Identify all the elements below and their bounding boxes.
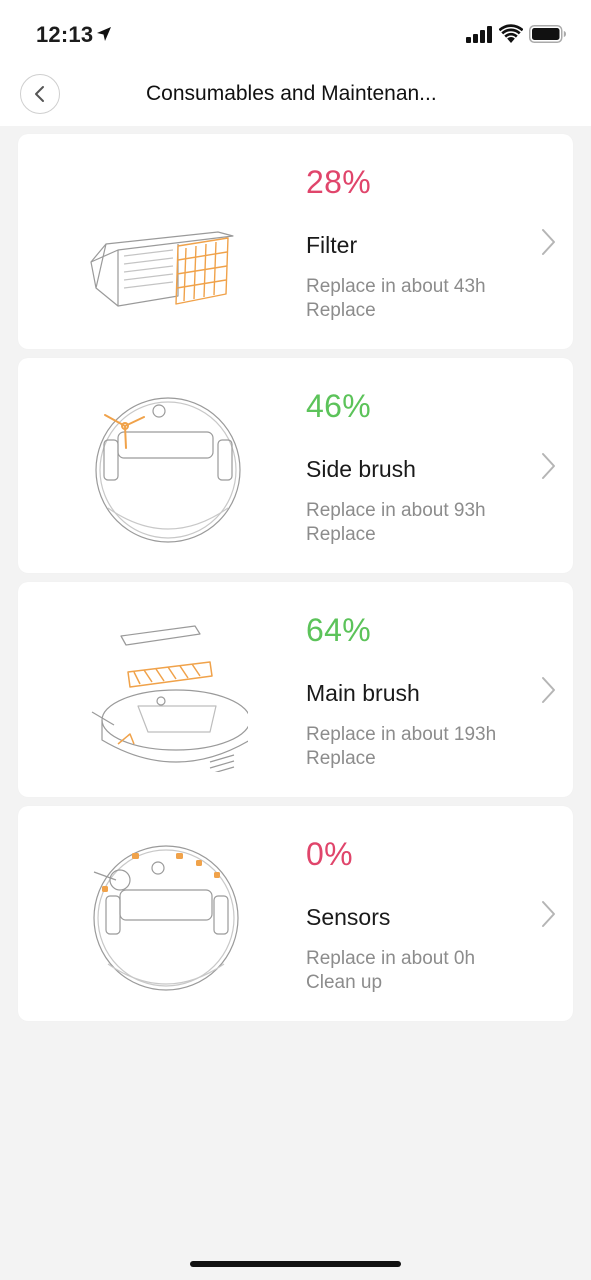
chevron-right-icon: [542, 901, 555, 927]
side-brush-illustration: [95, 397, 241, 543]
status-bar: 12:13: [0, 0, 591, 66]
consumable-percent: 28%: [306, 164, 371, 200]
consumable-eta: Replace in about 0h: [306, 948, 476, 969]
location-arrow-icon: [97, 27, 111, 41]
chevron-right-icon: [542, 677, 555, 703]
main-brush-illustration: [91, 625, 248, 772]
consumable-action: Clean up: [306, 972, 383, 993]
filter-illustration: [90, 231, 234, 307]
consumable-action: Replace: [306, 524, 376, 545]
consumable-card-sensors[interactable]: 0% Sensors Replace in about 0h Clean up: [18, 806, 573, 1021]
consumable-card-main-brush[interactable]: 64% Main brush Replace in about 193h Rep…: [18, 582, 573, 797]
navigation-bar: Consumables and Maintenan...: [0, 66, 591, 126]
consumable-eta: Replace in about 193h: [306, 724, 497, 745]
consumable-name: Filter: [306, 232, 358, 258]
battery-icon: [529, 25, 566, 43]
consumable-action: Replace: [306, 300, 376, 321]
consumable-card-filter[interactable]: 28% Filter Replace in about 43h Replace: [18, 134, 573, 349]
consumable-name: Sensors: [306, 904, 391, 930]
consumable-name: Main brush: [306, 680, 420, 706]
consumable-card-side-brush[interactable]: 46% Side brush Replace in about 93h Repl…: [18, 358, 573, 573]
sensors-illustration: [93, 845, 239, 991]
consumable-eta: Replace in about 93h: [306, 500, 486, 521]
wifi-icon: [499, 24, 523, 43]
cellular-signal-icon: [466, 26, 492, 43]
consumable-percent: 46%: [306, 388, 371, 424]
consumable-percent: 0%: [306, 836, 353, 872]
consumable-name: Side brush: [306, 456, 416, 482]
page-title: Consumables and Maintenan...: [146, 82, 437, 105]
back-button[interactable]: [20, 74, 60, 114]
consumable-action: Replace: [306, 748, 376, 769]
consumable-eta: Replace in about 43h: [306, 276, 486, 297]
consumable-percent: 64%: [306, 612, 371, 648]
chevron-left-icon: [35, 86, 44, 102]
status-time: 12:13: [36, 22, 94, 47]
home-indicator[interactable]: [190, 1261, 401, 1267]
chevron-right-icon: [542, 229, 555, 255]
chevron-right-icon: [542, 453, 555, 479]
